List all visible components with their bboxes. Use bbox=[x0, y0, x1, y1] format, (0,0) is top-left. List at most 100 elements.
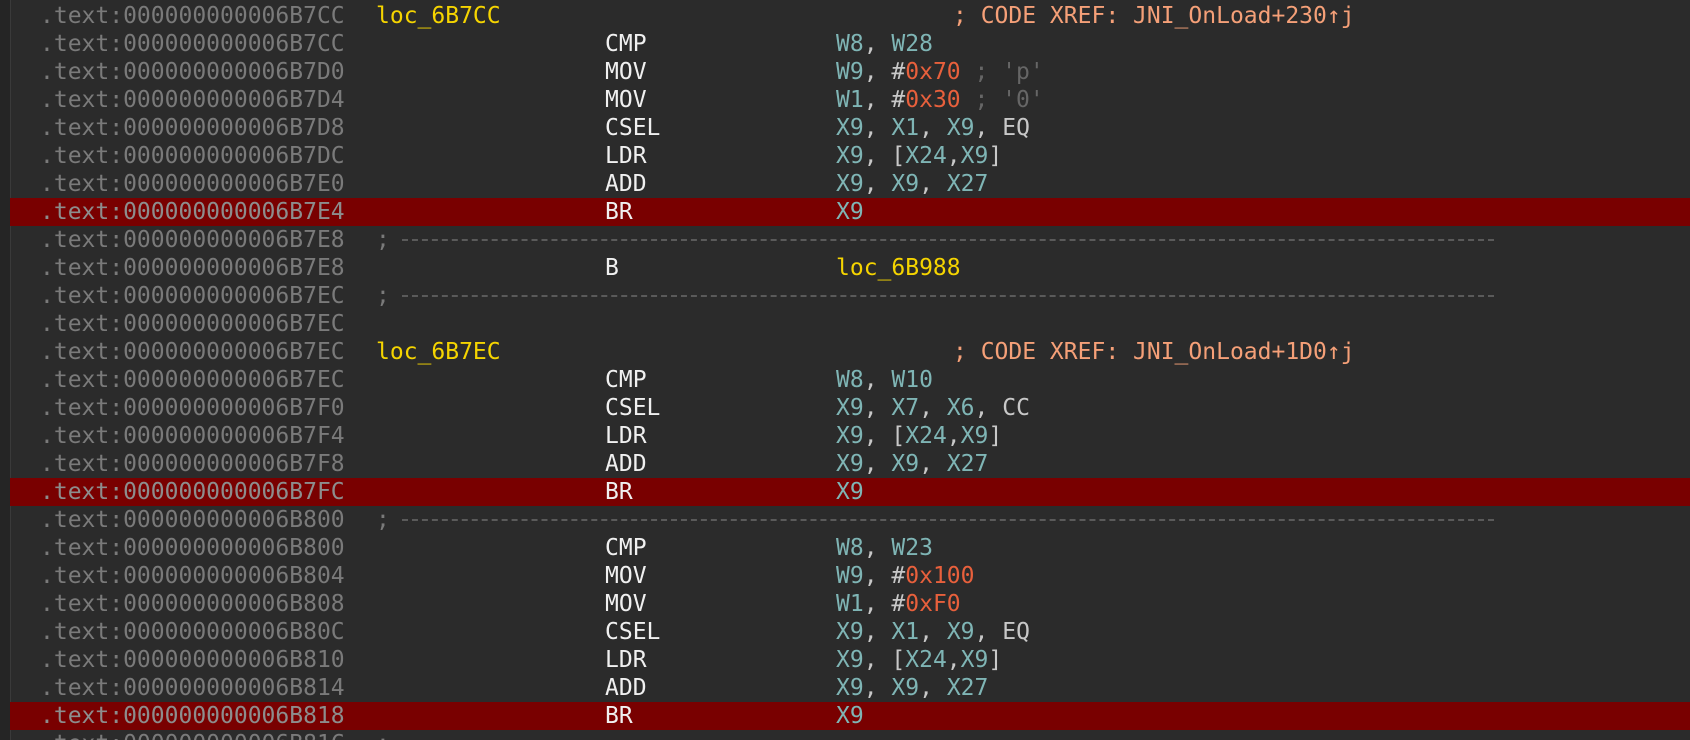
line-address: .text:000000000006B7D8 bbox=[40, 115, 345, 141]
instruction-operands: W9, #0x100 bbox=[836, 562, 975, 590]
register-operand[interactable]: X27 bbox=[947, 675, 989, 701]
register-operand[interactable]: X9 bbox=[836, 395, 864, 421]
register-operand[interactable]: X9 bbox=[836, 675, 864, 701]
listing-line[interactable]: .text:000000000006B800; bbox=[10, 506, 1690, 534]
register-operand[interactable]: W10 bbox=[891, 367, 933, 393]
branch-target[interactable]: loc_6B988 bbox=[836, 255, 961, 281]
instruction-operands: W1, #0xF0 bbox=[836, 590, 961, 618]
operand-punctuation: , bbox=[863, 619, 892, 645]
register-operand[interactable]: W9 bbox=[836, 59, 864, 85]
listing-line[interactable]: .text:000000000006B7EC bbox=[10, 310, 1690, 338]
listing-line[interactable]: .text:000000000006B7D0 MOV W9, #0x70 ; 'p' bbox=[10, 58, 1690, 86]
operand-punctuation: , bbox=[919, 395, 947, 421]
instruction-mnemonic: CSEL bbox=[605, 619, 661, 645]
operand-punctuation: , bbox=[863, 115, 892, 141]
listing-line[interactable]: .text:000000000006B7DC LDR X9, [X24,X9] bbox=[10, 142, 1690, 170]
listing-line-highlighted[interactable]: .text:000000000006B7E4 BR X9 bbox=[10, 198, 1690, 226]
register-operand[interactable]: X9 bbox=[891, 451, 919, 477]
register-operand[interactable]: W23 bbox=[891, 535, 933, 561]
register-operand[interactable]: X9 bbox=[961, 647, 989, 673]
register-operand[interactable]: X1 bbox=[891, 619, 919, 645]
xref-comment[interactable]: ; CODE XREF: JNI_OnLoad+1D0↑j bbox=[953, 338, 1355, 366]
listing-line[interactable]: .text:000000000006B7F4 LDR X9, [X24,X9] bbox=[10, 422, 1690, 450]
register-operand[interactable]: X9 bbox=[836, 115, 864, 141]
register-operand[interactable]: X9 bbox=[836, 479, 864, 505]
register-operand[interactable]: X9 bbox=[836, 647, 864, 673]
register-operand[interactable]: X9 bbox=[836, 199, 864, 225]
listing-line[interactable]: .text:000000000006B7F8 ADD X9, X9, X27 bbox=[10, 450, 1690, 478]
register-operand[interactable]: X6 bbox=[947, 395, 975, 421]
register-operand[interactable]: W1 bbox=[836, 591, 864, 617]
register-operand[interactable]: W28 bbox=[891, 31, 933, 57]
listing-line[interactable]: .text:000000000006B7CC loc_6B7CC ; CODE XR… bbox=[10, 2, 1690, 30]
listing-line[interactable]: .text:000000000006B800 CMP W8, W23 bbox=[10, 534, 1690, 562]
register-operand[interactable]: X9 bbox=[961, 143, 989, 169]
instruction-mnemonic: CMP bbox=[605, 31, 647, 57]
register-operand[interactable]: X9 bbox=[961, 423, 989, 449]
listing-line[interactable]: .text:000000000006B814 ADD X9, X9, X27 bbox=[10, 674, 1690, 702]
register-operand[interactable]: X9 bbox=[891, 171, 919, 197]
line-address: .text:000000000006B7D0 bbox=[40, 59, 345, 85]
listing-line[interactable]: .text:000000000006B80C CSEL X9, X1, X9, EQ bbox=[10, 618, 1690, 646]
register-operand[interactable]: X9 bbox=[836, 703, 864, 729]
code-label[interactable]: loc_6B7EC bbox=[376, 338, 501, 366]
register-operand[interactable]: X9 bbox=[891, 675, 919, 701]
operand-punctuation: , [ bbox=[863, 423, 906, 449]
instruction-mnemonic: MOV bbox=[605, 591, 647, 617]
listing-line[interactable]: .text:000000000006B7CC CMP W8, W28 bbox=[10, 30, 1690, 58]
register-operand[interactable]: X1 bbox=[891, 115, 919, 141]
instruction-operands: X9 bbox=[836, 478, 864, 506]
register-operand[interactable]: X9 bbox=[836, 171, 864, 197]
line-address: .text:000000000006B800 bbox=[40, 535, 345, 561]
listing-line[interactable]: .text:000000000006B808 MOV W1, #0xF0 bbox=[10, 590, 1690, 618]
operand-punctuation: , bbox=[919, 619, 947, 645]
register-operand[interactable]: X9 bbox=[836, 451, 864, 477]
listing-line[interactable]: .text:000000000006B81C; bbox=[10, 730, 1690, 740]
register-operand[interactable]: X24 bbox=[905, 647, 947, 673]
listing-line[interactable]: .text:000000000006B7D4 MOV W1, #0x30 ; '0' bbox=[10, 86, 1690, 114]
register-operand[interactable]: X9 bbox=[836, 143, 864, 169]
listing-line[interactable]: .text:000000000006B7E8 Bloc_6B988 bbox=[10, 254, 1690, 282]
instruction-mnemonic: BR bbox=[605, 479, 633, 505]
register-operand[interactable]: X9 bbox=[836, 619, 864, 645]
register-operand[interactable]: X9 bbox=[947, 115, 975, 141]
immediate-value: 0x100 bbox=[905, 563, 975, 589]
listing-line[interactable]: .text:000000000006B7EC; bbox=[10, 282, 1690, 310]
register-operand[interactable]: X9 bbox=[836, 423, 864, 449]
listing-line[interactable]: .text:000000000006B7D8 CSEL X9, X1, X9, EQ bbox=[10, 114, 1690, 142]
operand-punctuation: , bbox=[974, 115, 1003, 141]
immediate-value: 0x70 bbox=[905, 59, 961, 85]
listing-line-highlighted[interactable]: .text:000000000006B818 BR X9 bbox=[10, 702, 1690, 730]
listing-line[interactable]: .text:000000000006B804 MOV W9, #0x100 bbox=[10, 562, 1690, 590]
register-operand[interactable]: X9 bbox=[947, 619, 975, 645]
register-operand[interactable]: W8 bbox=[836, 535, 864, 561]
line-address: .text:000000000006B7E0 bbox=[40, 171, 345, 197]
condition-code: CC bbox=[1002, 395, 1030, 421]
operand-punctuation: ] bbox=[988, 423, 1003, 449]
register-operand[interactable]: W8 bbox=[836, 367, 864, 393]
xref-comment[interactable]: ; CODE XREF: JNI_OnLoad+230↑j bbox=[953, 2, 1355, 30]
register-operand[interactable]: X27 bbox=[947, 171, 989, 197]
operand-punctuation: ] bbox=[988, 143, 1003, 169]
listing-line[interactable]: .text:000000000006B7EC CMP W8, W10 bbox=[10, 366, 1690, 394]
instruction-mnemonic: LDR bbox=[605, 423, 647, 449]
register-operand[interactable]: X7 bbox=[891, 395, 919, 421]
line-address: .text:000000000006B7EC bbox=[40, 311, 345, 337]
listing-line-highlighted[interactable]: .text:000000000006B7FC BR X9 bbox=[10, 478, 1690, 506]
register-operand[interactable]: X27 bbox=[947, 451, 989, 477]
register-operand[interactable]: W9 bbox=[836, 563, 864, 589]
register-operand[interactable]: W8 bbox=[836, 31, 864, 57]
disassembly-listing[interactable]: .text:000000000006B7CC loc_6B7CC ; CODE XR… bbox=[10, 2, 1690, 740]
register-operand[interactable]: X24 bbox=[905, 423, 947, 449]
operand-punctuation: , bbox=[919, 675, 947, 701]
register-operand[interactable]: X24 bbox=[905, 143, 947, 169]
listing-line[interactable]: .text:000000000006B7E0 ADD X9, X9, X27 bbox=[10, 170, 1690, 198]
listing-line[interactable]: .text:000000000006B7E8; bbox=[10, 226, 1690, 254]
register-operand[interactable]: W1 bbox=[836, 87, 864, 113]
code-label[interactable]: loc_6B7CC bbox=[376, 2, 501, 30]
line-address: .text:000000000006B7CC bbox=[40, 3, 345, 29]
operand-punctuation: , # bbox=[863, 563, 906, 589]
listing-line[interactable]: .text:000000000006B810 LDR X9, [X24,X9] bbox=[10, 646, 1690, 674]
listing-line[interactable]: .text:000000000006B7F0 CSEL X9, X7, X6, CC bbox=[10, 394, 1690, 422]
listing-line[interactable]: .text:000000000006B7EC loc_6B7EC ; CODE XR… bbox=[10, 338, 1690, 366]
